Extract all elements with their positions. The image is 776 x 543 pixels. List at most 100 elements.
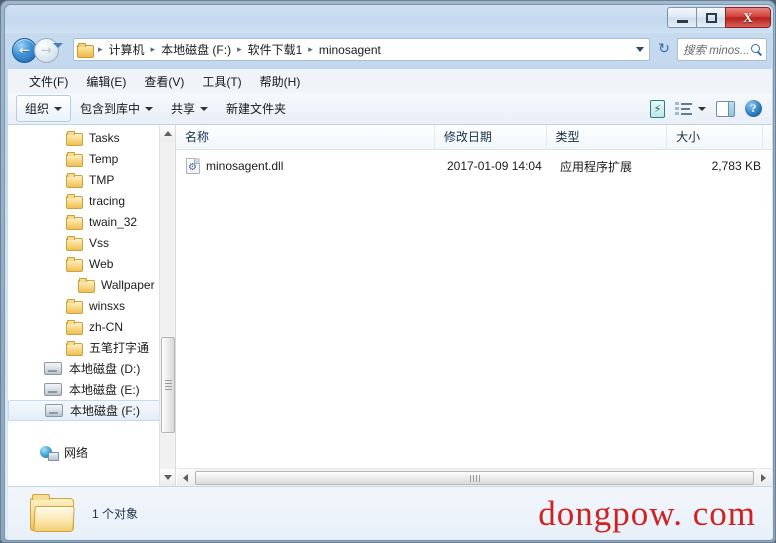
recent-locations-dropdown-icon[interactable]: [53, 43, 63, 48]
sidebar-item-label: tracing: [89, 193, 126, 208]
menu-view[interactable]: 查看(V): [135, 70, 193, 93]
share-label: 共享: [171, 102, 196, 116]
include-in-library-label: 包含到库中: [80, 102, 141, 116]
scrollbar-thumb[interactable]: [195, 470, 754, 485]
breadcrumb-separator-0[interactable]: ▸: [95, 45, 106, 55]
title-bar[interactable]: X: [5, 5, 773, 33]
scroll-down-button[interactable]: [160, 469, 175, 486]
burn-icon[interactable]: [650, 99, 665, 118]
window-controls: X: [667, 7, 771, 28]
drive-icon: [45, 404, 63, 417]
file-name-cell[interactable]: minosagent.dll: [176, 158, 438, 174]
sidebar-item-drive-d[interactable]: 本地磁盘 (D:): [8, 358, 160, 379]
new-folder-label: 新建文件夹: [226, 102, 287, 116]
folder-icon: [66, 320, 83, 335]
folder-icon: [66, 131, 83, 146]
scroll-right-button[interactable]: [755, 469, 772, 486]
sidebar-item-label: Web: [89, 256, 114, 271]
breadcrumb-drive-f[interactable]: 本地磁盘 (F:): [158, 40, 234, 59]
column-headers: 名称 修改日期 类型 大小: [176, 125, 772, 150]
sidebar-item-label: 五笔打字通: [89, 341, 150, 355]
sidebar-item-tmp[interactable]: TMP: [8, 169, 160, 190]
sidebar-item-tasks[interactable]: Tasks: [8, 127, 160, 148]
scroll-up-button[interactable]: [160, 125, 175, 142]
sidebar-item-label: 网络: [64, 446, 89, 460]
maximize-button[interactable]: [696, 7, 725, 28]
command-toolbar: 组织 包含到库中 共享 新建文件夹 ⚡ ?: [8, 93, 772, 125]
organize-button[interactable]: 组织: [16, 95, 72, 122]
item-count-label: 1 个对象: [92, 506, 139, 521]
preview-pane-button[interactable]: [716, 100, 735, 117]
close-button[interactable]: X: [725, 7, 771, 28]
sidebar-item-winsxs[interactable]: winsxs: [8, 295, 160, 316]
minimize-button[interactable]: [667, 7, 696, 28]
breadcrumb-soft-download[interactable]: 软件下载1: [245, 40, 306, 59]
chevron-down-icon[interactable]: [636, 47, 644, 52]
sidebar-item-label: winsxs: [89, 298, 126, 313]
view-options-icon: [675, 101, 692, 116]
new-folder-button[interactable]: 新建文件夹: [217, 95, 295, 122]
network-icon: [40, 445, 59, 461]
maximize-icon: [705, 12, 717, 23]
column-header-size[interactable]: 大小: [667, 125, 763, 150]
file-rows: minosagent.dll 2017-01-09 14:04 应用程序扩展 2…: [176, 150, 772, 177]
menu-help[interactable]: 帮助(H): [251, 70, 310, 93]
sidebar-item-network[interactable]: 网络: [8, 442, 160, 463]
sidebar-item-label: Vss: [89, 235, 110, 250]
search-icon[interactable]: [750, 43, 763, 56]
sidebar-item-label: TMP: [89, 172, 115, 187]
sidebar-item-label: 本地磁盘 (F:): [70, 404, 140, 418]
breadcrumb-minosagent[interactable]: minosagent: [316, 42, 384, 58]
organize-label: 组织: [25, 102, 50, 116]
sidebar-item-web[interactable]: Web: [8, 253, 160, 274]
address-bar[interactable]: ▸ 计算机 ▸ 本地磁盘 (F:) ▸ 软件下载1 ▸ minosagent: [73, 38, 650, 61]
menu-tools[interactable]: 工具(T): [193, 70, 250, 93]
sidebar-item-drive-f[interactable]: 本地磁盘 (F:): [8, 400, 160, 421]
sidebar-item-label: zh-CN: [89, 319, 124, 334]
include-in-library-button[interactable]: 包含到库中: [71, 95, 162, 122]
sidebar-item-zh-cn[interactable]: zh-CN: [8, 316, 160, 337]
search-input[interactable]: 搜索 minos...: [677, 38, 767, 61]
chevron-up-icon: [164, 131, 172, 136]
file-list-horizontal-scrollbar[interactable]: [177, 468, 772, 486]
forward-arrow-icon: →: [41, 43, 52, 58]
column-header-type[interactable]: 类型: [547, 125, 668, 150]
file-list-pane: 名称 修改日期 类型 大小 minosagent.dll 2017-01-09 …: [176, 125, 772, 486]
minimize-icon: [676, 19, 688, 23]
file-size-cell: 2,783 KB: [711, 159, 761, 173]
chevron-down-icon: [54, 106, 63, 111]
sidebar-item-wubi[interactable]: 五笔打字通: [8, 337, 160, 358]
forward-button[interactable]: →: [34, 38, 59, 63]
sidebar-item-temp[interactable]: Temp: [8, 148, 160, 169]
breadcrumb-computer[interactable]: 计算机: [106, 40, 148, 59]
sidebar-item-vss[interactable]: Vss: [8, 232, 160, 253]
chevron-down-icon: [200, 106, 209, 111]
sidebar-item-drive-e[interactable]: 本地磁盘 (E:): [8, 379, 160, 400]
dll-file-icon: [186, 158, 200, 174]
menu-file[interactable]: 文件(F): [20, 70, 77, 93]
breadcrumb-separator-2[interactable]: ▸: [234, 45, 245, 55]
refresh-button[interactable]: ↻: [655, 40, 673, 58]
column-header-date[interactable]: 修改日期: [435, 125, 547, 150]
scrollbar-thumb[interactable]: [161, 337, 175, 433]
folder-icon: [77, 43, 94, 58]
view-options-button[interactable]: [675, 101, 706, 116]
column-header-filler: [763, 125, 772, 150]
share-button[interactable]: 共享: [162, 95, 217, 122]
sidebar-item-label: twain_32: [89, 214, 138, 229]
sidebar-item-wallpaper[interactable]: Wallpaper: [8, 274, 160, 295]
menu-edit[interactable]: 编辑(E): [77, 70, 135, 93]
scroll-left-button[interactable]: [177, 469, 194, 486]
sidebar-item-twain32[interactable]: twain_32: [8, 211, 160, 232]
navigation-pane-scrollbar[interactable]: [159, 125, 175, 486]
help-button[interactable]: ?: [745, 100, 762, 117]
breadcrumb-separator-3[interactable]: ▸: [305, 45, 316, 55]
breadcrumb-separator-1[interactable]: ▸: [148, 45, 159, 55]
table-row[interactable]: minosagent.dll 2017-01-09 14:04 应用程序扩展 2…: [176, 155, 772, 177]
sidebar-item-tracing[interactable]: tracing: [8, 190, 160, 211]
preview-pane-icon: [716, 100, 735, 117]
column-header-name[interactable]: 名称: [176, 125, 435, 150]
close-icon: X: [743, 9, 753, 25]
folder-icon: [66, 215, 83, 230]
chevron-down-icon: [164, 475, 172, 480]
